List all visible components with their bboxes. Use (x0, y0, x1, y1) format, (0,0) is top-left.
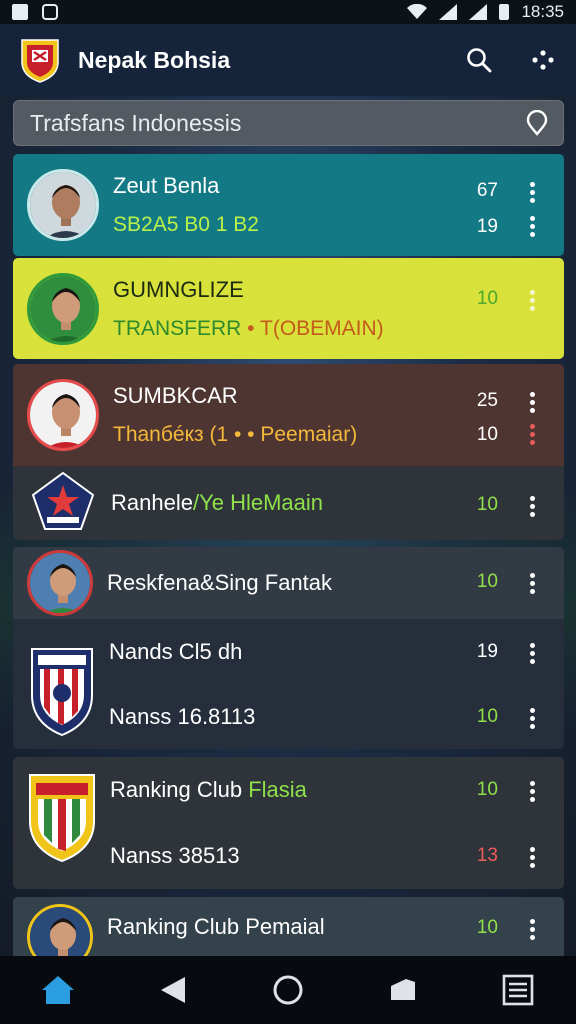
signal-icon-2 (469, 4, 488, 20)
transfer-detail: TRANSFERR • T(OBEMAIN) (113, 316, 384, 340)
value-primary: 10 (476, 779, 498, 800)
more-button[interactable] (528, 182, 536, 203)
list-item[interactable]: Ranking Club Pemaial 10 (13, 897, 564, 956)
app-logo-icon (21, 39, 59, 83)
more-button[interactable] (528, 392, 536, 413)
more-button[interactable] (528, 781, 536, 802)
club-name: Ranking Club Flasia (110, 777, 307, 802)
list-item[interactable]: Nands Cl5 dh 19 (13, 619, 564, 684)
club-crest-icon (31, 471, 95, 530)
player-avatar (27, 550, 93, 616)
club-name: Nands Cl5 dh (109, 638, 243, 664)
player-avatar (27, 272, 99, 345)
transfer-detail: Thanбéкз (1 • • Peemaiar) (113, 423, 358, 446)
app-title: Nepak Bohsia (78, 46, 231, 73)
value-primary: 13 (476, 845, 498, 866)
list-item[interactable]: Nanss 38513 13 (13, 823, 564, 889)
player-name: SUMBKCAR (113, 383, 238, 408)
share-button[interactable] (528, 45, 558, 75)
bottom-navigation (0, 956, 576, 1024)
transfer-detail: SB2A5 B0 1 B2 (113, 213, 259, 236)
value-primary: 19 (476, 641, 498, 662)
back-button[interactable] (153, 970, 193, 1010)
menu-button[interactable] (498, 970, 538, 1010)
more-button[interactable] (528, 919, 536, 940)
club-name: Ranking Club Pemaial (107, 913, 325, 939)
player-avatar (27, 169, 99, 241)
value-primary: 25 (476, 390, 498, 411)
player-name: Zeut Benla (113, 173, 220, 198)
more-button[interactable] (528, 216, 536, 237)
list-item[interactable]: Zeut Benla SB2A5 B0 1 B2 67 19 (13, 154, 564, 256)
list-item[interactable]: Reskfena&Sing Fantak 10 (13, 547, 564, 619)
status-time: 18:35 (521, 2, 564, 21)
home-icon (41, 976, 74, 1004)
club-name: Ranhele/Ye HleMaain (111, 490, 323, 515)
transfer-card[interactable]: Zeut Benla SB2A5 B0 1 B2 67 19 (13, 154, 564, 256)
home-button[interactable] (38, 970, 78, 1010)
value-primary: 10 (476, 288, 498, 309)
list-item[interactable]: Nanss 16.8113 10 (13, 684, 564, 749)
wifi-icon (407, 4, 428, 19)
value-primary: 67 (476, 180, 498, 201)
signal-icon (439, 4, 458, 20)
home-circle-button[interactable] (268, 970, 308, 1010)
battery-icon (499, 4, 510, 20)
value-secondary: 19 (476, 216, 498, 237)
transfer-card[interactable]: SUMBKCAR Thanбéкз (1 • • Peemaiar) 25 10… (13, 364, 564, 540)
search-input[interactable]: Trafsfans Indonessis (13, 100, 564, 146)
back-icon (160, 977, 185, 1003)
club-name: Nanss 38513 (110, 843, 240, 868)
club-name: Reskfena&Sing Fantak (107, 570, 333, 595)
recents-icon (391, 979, 416, 1000)
recents-button[interactable] (383, 970, 423, 1010)
more-button[interactable] (528, 424, 536, 445)
list-item[interactable]: Ranhele/Ye HleMaain 10 (13, 466, 564, 540)
player-avatar (27, 379, 99, 451)
search-text: Trafsfans Indonessis (30, 109, 242, 136)
ranking-card[interactable]: Reskfena&Sing Fantak 10 Nands Cl5 dh 19 … (13, 547, 564, 749)
list-item[interactable]: SUMBKCAR Thanбéкз (1 • • Peemaiar) 25 10 (13, 364, 564, 466)
more-button[interactable] (528, 708, 536, 729)
share-dots-icon (532, 50, 554, 70)
status-bar: 18:35 (0, 0, 576, 24)
player-name: GUMNGLIZE (113, 276, 244, 302)
more-button[interactable] (528, 643, 536, 664)
search-icon (467, 48, 492, 73)
app-notification-icon (42, 4, 58, 20)
app-bar: Nepak Bohsia (0, 24, 576, 96)
more-button[interactable] (528, 847, 536, 868)
search-button[interactable] (464, 45, 494, 75)
value-secondary: 10 (476, 424, 498, 445)
location-pin-icon[interactable] (525, 110, 549, 136)
ranking-card[interactable]: Ranking Club Flasia 10 Nanss 38513 13 (13, 757, 564, 889)
more-button[interactable] (528, 290, 536, 311)
club-name: Nanss 16.8113 (109, 703, 256, 729)
more-button[interactable] (528, 573, 536, 594)
home-circle-icon (273, 975, 303, 1005)
menu-icon (503, 974, 534, 1006)
value-primary: 10 (476, 494, 498, 515)
value-primary: 10 (476, 706, 498, 727)
value-primary: 10 (476, 917, 498, 938)
transfer-card[interactable]: GUMNGLIZE TRANSFERR • T(OBEMAIN) 10 (13, 258, 564, 359)
ranking-card[interactable]: Ranking Club Pemaial 10 (13, 897, 564, 956)
notification-icon (12, 4, 28, 20)
list-item[interactable]: Ranking Club Flasia 10 (13, 757, 564, 823)
more-button[interactable] (528, 496, 536, 517)
list-item[interactable]: GUMNGLIZE TRANSFERR • T(OBEMAIN) 10 (13, 258, 564, 359)
value-primary: 10 (476, 571, 498, 592)
player-avatar (27, 903, 93, 956)
